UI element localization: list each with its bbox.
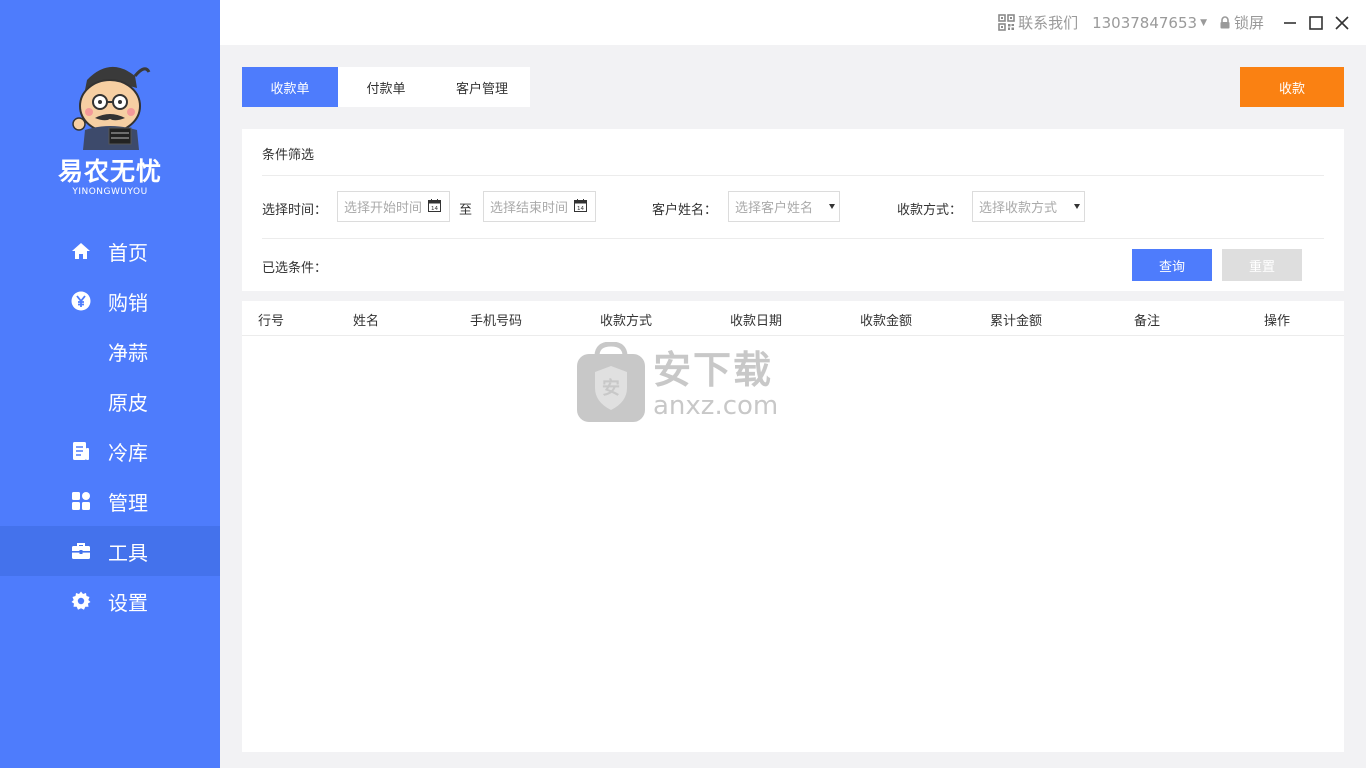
column-header: 累计金额 [990, 314, 1043, 329]
tab-receipts[interactable]: 收款单 [242, 67, 338, 107]
sidebar-item-tools[interactable]: 工具 [0, 526, 220, 576]
brand-subtitle: YINONGWUYOU [72, 187, 148, 197]
title-bar: 联系我们 13037847653 ▼ 锁屏 [220, 0, 1366, 45]
sidebar-item-label: 购销 [108, 290, 148, 315]
column-header: 收款方式 [600, 314, 653, 329]
customer-select[interactable]: 选择客户姓名 [728, 191, 840, 222]
maximize-icon [1309, 15, 1323, 30]
contact-us-label: 联系我们 [1018, 14, 1079, 32]
lock-icon [1220, 16, 1230, 29]
method-placeholder: 选择收款方式 [979, 201, 1058, 216]
svg-text:14: 14 [431, 206, 438, 212]
svg-text:安: 安 [602, 377, 620, 399]
gear-icon [70, 590, 92, 612]
sidebar-item-yuanpi[interactable]: 原皮 [0, 376, 220, 426]
phone-number: 13037847653 [1092, 13, 1198, 32]
close-button[interactable] [1332, 13, 1352, 33]
page-tabs: 收款单 付款单 客户管理 [242, 67, 530, 107]
filter-panel: 条件筛选 选择时间： 选择开始时间 14 至 选择结束时间 14 客户姓名： 选… [242, 129, 1344, 291]
caret-down-icon [1074, 204, 1080, 209]
table-header: 行号 姓名 手机号码 收款方式 收款日期 收款金额 累计金额 备注 操作 [242, 301, 1344, 336]
sidebar-item-label: 净蒜 [108, 340, 148, 365]
end-date-placeholder: 选择结束时间 [490, 201, 569, 216]
start-date-placeholder: 选择开始时间 [344, 201, 423, 216]
sidebar-item-label: 首页 [108, 240, 148, 265]
calendar-icon[interactable]: 14 [574, 199, 587, 212]
sidebar-item-label: 工具 [108, 540, 148, 565]
sidebar-item-manage[interactable]: 管理 [0, 476, 220, 526]
end-date-input[interactable]: 选择结束时间 14 [483, 191, 596, 222]
start-date-input[interactable]: 选择开始时间 14 [337, 191, 450, 222]
time-label: 选择时间： [262, 203, 328, 218]
svg-text:14: 14 [577, 206, 584, 212]
logo: 易农无忧 YINONGWUYOU [0, 58, 220, 197]
sidebar-item-jingsuan[interactable]: 净蒜 [0, 326, 220, 376]
account-dropdown[interactable]: 13037847653 ▼ [1092, 14, 1207, 32]
contact-us-link[interactable]: 联系我们 [998, 12, 1078, 33]
to-label: 至 [459, 203, 473, 218]
mascot-logo-icon [72, 66, 151, 150]
column-header: 收款日期 [730, 314, 783, 329]
calendar-icon[interactable]: 14 [428, 199, 441, 212]
brand-name: 易农无忧 [57, 157, 162, 186]
column-header: 手机号码 [470, 314, 523, 329]
minimize-icon [1284, 21, 1296, 24]
reset-button[interactable]: 重置 [1222, 249, 1302, 281]
sidebar-item-settings[interactable]: 设置 [0, 576, 220, 626]
qrcode-icon [998, 14, 1015, 31]
maximize-button[interactable] [1306, 13, 1326, 33]
watermark-text: 安下载 [653, 348, 774, 392]
title-bar-actions: 联系我们 13037847653 ▼ 锁屏 [986, 12, 1352, 33]
briefcase-icon [70, 540, 92, 562]
caret-down-icon: ▼ [1200, 17, 1207, 28]
column-header: 姓名 [353, 314, 380, 329]
minimize-button[interactable] [1280, 13, 1300, 33]
query-button[interactable]: 查询 [1132, 249, 1212, 281]
receive-button[interactable]: 收款 [1240, 67, 1344, 107]
column-header: 收款金额 [860, 314, 913, 329]
sidebar-item-home[interactable]: 首页 [0, 226, 220, 276]
home-icon [70, 240, 92, 262]
filter-title: 条件筛选 [262, 148, 315, 163]
customer-placeholder: 选择客户姓名 [735, 201, 814, 216]
customer-label: 客户姓名： [652, 203, 718, 218]
column-header: 行号 [258, 314, 285, 329]
tab-payments[interactable]: 付款单 [338, 67, 434, 107]
sidebar-item-label: 冷库 [108, 440, 148, 465]
payment-method-select[interactable]: 选择收款方式 [972, 191, 1085, 222]
column-header: 操作 [1264, 314, 1291, 329]
divider [262, 175, 1324, 176]
selected-conditions-label: 已选条件： [262, 261, 328, 276]
grid-icon [70, 490, 92, 512]
lock-screen-label: 锁屏 [1233, 14, 1264, 32]
yen-icon [70, 290, 92, 312]
shield-bag-icon: 安 [577, 342, 645, 422]
lock-screen-button[interactable]: 锁屏 [1219, 12, 1264, 33]
sidebar-nav: 首页 购销 净蒜 原皮 冷库 管理 工具 设置 [0, 226, 220, 626]
divider [262, 238, 1324, 239]
sidebar-item-coldstorage[interactable]: 冷库 [0, 426, 220, 476]
column-header: 备注 [1134, 314, 1161, 329]
watermark-url: anxz.com [653, 391, 779, 421]
sidebar: 易农无忧 YINONGWUYOU 首页 购销 净蒜 原皮 冷库 管理 工具 设置 [0, 0, 220, 768]
sidebar-item-label: 设置 [108, 590, 148, 615]
sidebar-item-label: 原皮 [108, 390, 148, 415]
document-icon [70, 440, 92, 462]
sidebar-item-label: 管理 [108, 490, 148, 515]
close-icon [1335, 15, 1349, 30]
tab-customers[interactable]: 客户管理 [434, 67, 530, 107]
method-label: 收款方式： [897, 203, 963, 218]
watermark: 安 安下载 anxz.com [575, 342, 795, 424]
caret-down-icon [829, 204, 835, 209]
sidebar-item-trade[interactable]: 购销 [0, 276, 220, 326]
